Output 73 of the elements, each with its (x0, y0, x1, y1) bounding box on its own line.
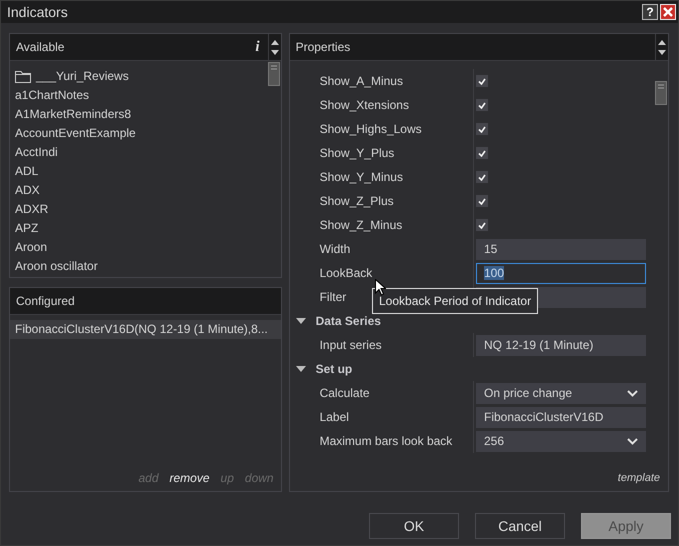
checkbox[interactable] (476, 75, 488, 87)
mouse-pointer-icon (375, 279, 386, 296)
close-icon (663, 7, 673, 17)
folder-icon (15, 70, 31, 83)
indicator-list-item[interactable]: a1ChartNotes (10, 86, 268, 105)
tooltip: Lookback Period of Indicator (372, 288, 538, 314)
collapse-icon[interactable] (296, 366, 306, 372)
panel-title: Configured (16, 294, 76, 308)
property-label: Show_Xtensions (320, 98, 409, 112)
property-label: Show_Y_Plus (320, 146, 394, 160)
input-field[interactable]: 100 (476, 262, 646, 284)
property-label: Label (320, 410, 349, 424)
check-icon (478, 78, 486, 84)
window-title: Indicators (7, 4, 68, 20)
check-icon (478, 126, 486, 132)
indicator-list-item[interactable]: APZ (10, 219, 268, 238)
close-button[interactable] (660, 4, 676, 20)
property-label: Input series (320, 338, 382, 352)
chevron-down-icon (627, 390, 638, 396)
property-label: Show_Z_Plus (320, 194, 394, 208)
input-field[interactable]: FibonacciClusterV16D (476, 406, 646, 428)
indicator-list-item[interactable]: AcctIndi (10, 143, 268, 162)
property-label: LookBack (320, 266, 372, 280)
indicator-list-item[interactable]: ADL (10, 162, 268, 181)
scrollbar-thumb[interactable] (655, 81, 667, 105)
property-label: Maximum bars look back (320, 434, 452, 448)
check-icon (478, 222, 486, 228)
scroll-down-icon[interactable] (270, 50, 279, 54)
scroll-up-icon[interactable] (270, 40, 279, 44)
property-label: Show_Z_Minus (320, 218, 402, 232)
property-label: Filter (320, 290, 346, 304)
category-title: Set up (316, 362, 352, 376)
checkbox[interactable] (476, 147, 488, 159)
panel-title: Available (16, 40, 66, 54)
dropdown[interactable]: On price change (476, 382, 646, 404)
check-icon (478, 102, 486, 108)
chevron-down-icon (627, 438, 638, 444)
input-field[interactable]: NQ 12-19 (1 Minute) (476, 334, 646, 356)
dialog-button[interactable]: OK (369, 513, 459, 539)
collapse-icon[interactable] (296, 318, 306, 324)
scrollbar-thumb[interactable] (268, 62, 280, 86)
dialog-button[interactable]: Cancel (475, 513, 565, 539)
checkbox[interactable] (476, 171, 488, 183)
panel-title: Properties (296, 40, 352, 54)
scroll-up-icon[interactable] (658, 40, 666, 44)
check-icon (478, 198, 486, 204)
configured-item[interactable]: FibonacciClusterV16D(NQ 12-19 (1 Minute),8... (10, 320, 281, 339)
indicator-list-item[interactable]: A1MarketReminders8 (10, 105, 268, 124)
category-title: Data Series (316, 314, 381, 328)
action-link[interactable]: remove (170, 471, 210, 485)
indicator-list-item[interactable]: AccountEventExample (10, 124, 268, 143)
check-icon (478, 150, 486, 156)
dropdown[interactable]: 256 (476, 430, 646, 452)
input-field[interactable]: 15 (476, 238, 646, 260)
indicator-list-item[interactable]: Aroon oscillator (10, 257, 268, 276)
scroll-down-icon[interactable] (658, 50, 666, 54)
folder-label: ___Yuri_Reviews (36, 68, 129, 85)
indicator-list-item[interactable]: ADXR (10, 200, 268, 219)
indicator-list-item[interactable]: Aroon (10, 238, 268, 257)
property-label: Calculate (320, 386, 370, 400)
info-button[interactable]: i (255, 38, 260, 56)
checkbox[interactable] (476, 123, 488, 135)
property-label: Show_Y_Minus (320, 170, 403, 184)
property-label: Width (320, 242, 350, 256)
check-icon (478, 174, 486, 180)
property-label: Show_A_Minus (320, 74, 403, 88)
template-link[interactable]: template (618, 472, 660, 484)
indicator-list-item[interactable]: ADX (10, 181, 268, 200)
help-button[interactable]: ? (642, 4, 658, 20)
property-label: Show_Highs_Lows (320, 122, 422, 136)
checkbox[interactable] (476, 99, 488, 111)
checkbox[interactable] (476, 195, 488, 207)
checkbox[interactable] (476, 219, 488, 231)
